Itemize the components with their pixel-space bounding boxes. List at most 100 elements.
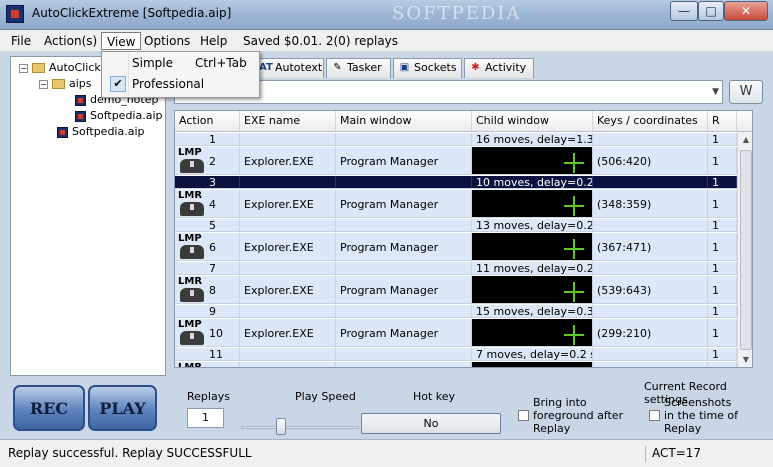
actions-grid[interactable]: Action type EXE name Main window Child w… [174,110,753,368]
play-button-label: PLAY [99,399,146,418]
record-button[interactable]: REC [13,385,85,431]
cell-child-window: 13 moves, delay=0.2 ... [472,219,593,231]
grid-header: Action type EXE name Main window Child w… [175,111,752,147]
row-number: 6 [209,241,216,254]
mouse-icon [180,245,204,259]
scroll-up-icon[interactable]: ▲ [738,132,752,148]
status-bar: Replay successful. Replay SUCCESSFULL AC… [0,439,773,467]
menu-bar: File Action(s) View Options Help Saved $… [0,30,773,52]
tab-sockets[interactable]: ▣ Sockets [393,58,462,78]
cell-r: 1 [708,219,737,231]
mouse-action-code: LMP [178,147,202,158]
mouse-action-code: LMR [178,276,203,287]
cell-main-window-text: Program Manager [340,241,439,254]
cell-keys-coordinates [593,362,708,367]
tree-node-softpedia[interactable]: Softpedia.aip [75,109,163,123]
cell-child-window: 15 moves, delay=0.3 ... [472,305,593,317]
maximize-button[interactable]: □ [698,1,724,21]
tab-tasker[interactable]: ✎ Tasker [326,58,391,78]
cell-main-window [336,362,472,367]
tab-activity[interactable]: ✱ Activity [464,58,534,78]
cell-action-type: 11 [175,348,240,360]
table-row[interactable]: LMR 1 [175,362,752,367]
play-button[interactable]: PLAY [88,385,157,431]
filter-button[interactable]: W [729,80,763,104]
row-number: 1 [209,133,216,145]
menu-item-simple[interactable]: Simple Ctrl+Tab [102,53,259,73]
col-main-window[interactable]: Main window [336,111,472,132]
play-speed-track[interactable] [241,426,359,429]
menu-actions[interactable]: Action(s) [39,32,102,50]
cell-child-window-text: 15 moves, delay=0.3 ... [476,305,593,317]
scroll-thumb[interactable] [740,150,752,350]
table-row[interactable]: LMP 2 Explorer.EXE Program Manager (506:420)… [175,147,752,175]
crosshair-icon [573,196,575,216]
collapse-icon[interactable]: − [19,63,28,73]
table-row[interactable]: LMP 10 Explorer.EXE Program Manager (299:210… [175,319,752,347]
menu-item-professional[interactable]: ✔ Professional [102,74,259,94]
col-keys-coordinates[interactable]: Keys / coordinates [593,111,708,132]
tree-node-root[interactable]: − AutoClick [19,61,101,75]
screenshot-preview [472,190,592,217]
row-number: 5 [209,219,216,231]
screenshot-preview [472,319,592,346]
hot-key-button[interactable]: No [361,413,501,434]
close-button[interactable]: ✕ [724,1,768,21]
mouse-icon [180,331,204,345]
cell-r-text: 1 [712,198,719,211]
foreground-label-line3: Replay [533,422,571,435]
cell-exe-name-text: Explorer.EXE [244,155,314,168]
row-number: 4 [209,198,216,211]
col-exe-name[interactable]: EXE name [240,111,336,132]
minimize-button[interactable]: — [670,1,698,21]
tree-node-aips[interactable]: − aips [39,77,92,91]
table-row[interactable]: LMR 8 Explorer.EXE Program Manager (539:643)… [175,276,752,304]
cell-child-window [472,147,593,174]
col-child-window[interactable]: Child window [472,111,593,132]
cell-main-window-text: Program Manager [340,155,439,168]
table-row[interactable]: 11 7 moves, delay=0.2 sec 1 [175,348,752,361]
cell-main-window [336,219,472,231]
foreground-checkbox[interactable] [518,410,529,421]
row-number: 7 [209,262,216,274]
screenshot-preview [472,276,592,303]
dropdown-arrow-icon[interactable]: ▼ [712,87,719,97]
project-tree[interactable]: − AutoClick − aips demo_notep Softpedia.ai… [10,56,166,376]
cell-main-window [336,176,472,188]
row-number: 2 [209,155,216,168]
collapse-icon[interactable]: − [39,79,48,89]
cell-child-window: 7 moves, delay=0.2 sec [472,348,593,360]
tab-autotext[interactable]: AT Autotext [254,58,324,78]
table-row[interactable]: 5 13 moves, delay=0.2 ... 1 [175,219,752,232]
foreground-label-line1: Bring into [533,396,587,409]
scroll-down-icon[interactable]: ▼ [738,352,752,367]
cell-keys-coordinates: (506:420) [593,147,708,174]
record-button-label: REC [29,399,69,418]
crosshair-icon [573,325,575,345]
table-row[interactable]: LMR 4 Explorer.EXE Program Manager (348:359)… [175,190,752,218]
cell-child-window-text: 7 moves, delay=0.2 sec [476,348,592,360]
table-row[interactable]: 7 11 moves, delay=0.2 ... 1 [175,262,752,275]
vertical-scrollbar[interactable]: ▲ ▼ [737,132,752,367]
cell-child-window [472,276,593,303]
cell-child-window-text: 11 moves, delay=0.2 ... [476,262,593,274]
folder-icon [52,79,65,89]
menu-file[interactable]: File [6,32,36,50]
menu-options[interactable]: Options [139,32,195,50]
cell-keys-coordinates [593,176,708,188]
menu-view[interactable]: View [101,32,142,50]
play-speed-slider[interactable] [276,418,287,435]
col-action-type[interactable]: Action type [175,111,240,147]
screenshot-preview [472,147,592,174]
cell-r: 1 [708,133,737,145]
col-r[interactable]: R [708,111,737,132]
menu-help[interactable]: Help [195,32,232,50]
replays-input[interactable]: 1 [187,408,224,428]
table-row[interactable]: 9 15 moves, delay=0.3 ... 1 [175,305,752,318]
tree-node-softpedia-root[interactable]: Softpedia.aip [57,125,145,139]
table-row[interactable]: 3 10 moves, delay=0.2 ... 1 [175,176,752,189]
screenshots-checkbox[interactable] [649,410,660,421]
window-title: AutoClickExtreme [Softpedia.aip] [32,6,232,20]
table-row[interactable]: LMP 6 Explorer.EXE Program Manager (367:471)… [175,233,752,261]
table-row[interactable]: 1 16 moves, delay=1.3 ... 1 [175,133,752,146]
